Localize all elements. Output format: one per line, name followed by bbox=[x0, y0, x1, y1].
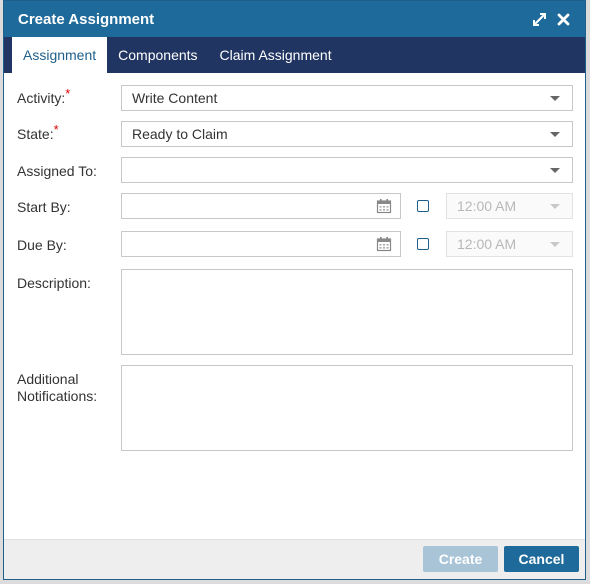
create-assignment-dialog: Create Assignment Assignment Components … bbox=[3, 0, 586, 580]
notifications-textarea[interactable] bbox=[121, 365, 573, 451]
chevron-down-icon bbox=[550, 204, 560, 209]
required-marker: * bbox=[65, 86, 71, 101]
due-by-time-select[interactable]: 12:00 AM bbox=[446, 231, 573, 257]
state-label-text: State: bbox=[17, 126, 54, 142]
chevron-down-icon bbox=[550, 132, 560, 137]
required-marker: * bbox=[53, 122, 59, 137]
tab-bar: Assignment Components Claim Assignment bbox=[4, 37, 585, 73]
expand-icon[interactable] bbox=[531, 11, 547, 27]
assigned-to-label: Assigned To: bbox=[17, 163, 97, 179]
calendar-icon[interactable] bbox=[376, 198, 392, 217]
notifications-label: Additional Notifications: bbox=[17, 371, 97, 405]
due-by-time-value: 12:00 AM bbox=[457, 236, 517, 252]
due-by-date-input[interactable] bbox=[121, 231, 401, 257]
state-select[interactable]: Ready to Claim bbox=[121, 121, 573, 147]
description-label: Description: bbox=[17, 275, 91, 291]
activity-label-text: Activity: bbox=[17, 90, 66, 106]
start-by-time-select[interactable]: 12:00 AM bbox=[446, 193, 573, 219]
start-by-time-value: 12:00 AM bbox=[457, 198, 517, 214]
notifications-label-line2: Notifications: bbox=[17, 388, 98, 404]
cancel-button[interactable]: Cancel bbox=[504, 546, 579, 572]
dialog-title: Create Assignment bbox=[18, 10, 155, 28]
calendar-icon[interactable] bbox=[376, 236, 392, 255]
due-by-time-checkbox[interactable] bbox=[417, 238, 429, 250]
state-label: State:* bbox=[17, 122, 59, 142]
create-button[interactable]: Create bbox=[423, 546, 498, 572]
dialog-titlebar: Create Assignment bbox=[4, 1, 585, 37]
activity-value: Write Content bbox=[132, 90, 218, 106]
activity-select[interactable]: Write Content bbox=[121, 85, 573, 111]
start-by-time-checkbox[interactable] bbox=[417, 200, 429, 212]
state-value: Ready to Claim bbox=[132, 126, 228, 142]
close-icon[interactable] bbox=[555, 11, 571, 27]
start-by-label: Start By: bbox=[17, 199, 71, 215]
chevron-down-icon bbox=[550, 96, 560, 101]
chevron-down-icon bbox=[550, 242, 560, 247]
tab-components[interactable]: Components bbox=[107, 37, 208, 73]
notifications-label-line1: Additional bbox=[17, 371, 79, 387]
tab-claim-assignment[interactable]: Claim Assignment bbox=[209, 37, 343, 73]
activity-label: Activity:* bbox=[17, 86, 70, 106]
dialog-footer: Create Cancel bbox=[4, 539, 585, 579]
start-by-date-input[interactable] bbox=[121, 193, 401, 219]
assigned-to-select[interactable] bbox=[121, 157, 573, 183]
chevron-down-icon bbox=[550, 168, 560, 173]
description-textarea[interactable] bbox=[121, 269, 573, 355]
due-by-label: Due By: bbox=[17, 237, 67, 253]
tab-assignment[interactable]: Assignment bbox=[12, 37, 108, 73]
titlebar-icons bbox=[531, 11, 571, 27]
